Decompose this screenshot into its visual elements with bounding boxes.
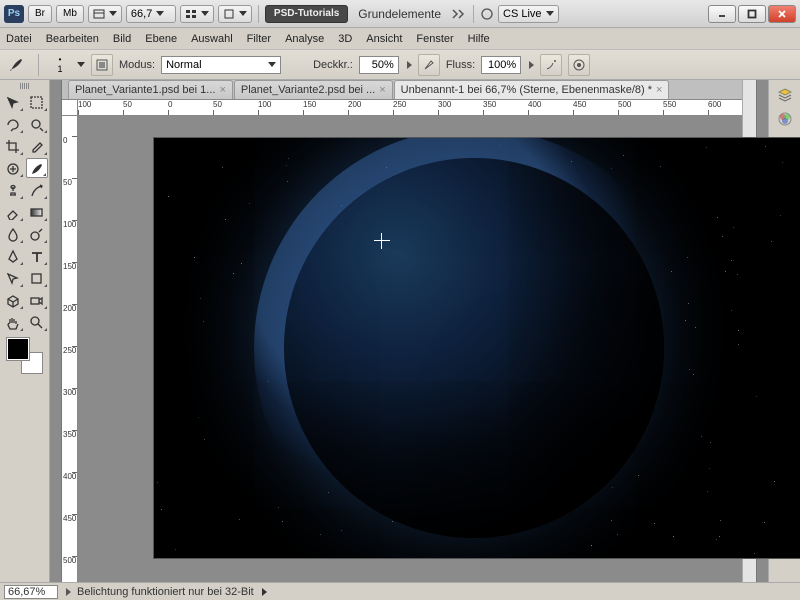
healing-tool[interactable] [2, 158, 24, 178]
pen-tool[interactable] [2, 246, 24, 266]
quick-select-tool[interactable] [26, 114, 48, 134]
shape-tool[interactable] [26, 268, 48, 288]
lasso-tool[interactable] [2, 114, 24, 134]
history-brush-tool[interactable] [26, 180, 48, 200]
vertical-ruler[interactable]: 050100150200250300350400450500 [62, 116, 78, 582]
photoshop-icon: Ps [4, 5, 24, 23]
marquee-tool[interactable] [26, 92, 48, 112]
3d-tool[interactable] [2, 290, 24, 310]
3d-camera-tool[interactable] [26, 290, 48, 310]
cslive-select[interactable]: CS Live [498, 5, 559, 23]
path-select-tool[interactable] [2, 268, 24, 288]
opacity-slider-toggle[interactable] [407, 61, 412, 69]
zoom-field[interactable]: 66,67% [4, 585, 58, 599]
blend-mode-select[interactable]: Normal [161, 56, 281, 74]
screen-mode-select[interactable] [88, 5, 122, 23]
status-next[interactable] [262, 588, 267, 596]
close-icon[interactable]: × [219, 84, 225, 96]
menu-fenster[interactable]: Fenster [416, 33, 453, 45]
left-gutter [50, 80, 62, 582]
color-swatches[interactable] [7, 338, 43, 374]
brush-panel-toggle[interactable] [91, 54, 113, 76]
eraser-tool[interactable] [2, 202, 24, 222]
document-tab-bar: Planet_Variante1.psd bei 1...× Planet_Va… [62, 80, 742, 100]
options-bar: •1 Modus: Normal Deckkr.: 50% Fluss: 100… [0, 50, 800, 80]
document-tab[interactable]: Planet_Variante2.psd bei ...× [234, 80, 393, 99]
menu-datei[interactable]: Datei [6, 33, 32, 45]
maximize-button[interactable] [738, 5, 766, 23]
arrange-select[interactable] [180, 5, 214, 23]
menu-3d[interactable]: 3D [338, 33, 352, 45]
type-tool[interactable] [26, 246, 48, 266]
cslive-icon [480, 7, 494, 21]
foreground-color[interactable] [7, 338, 29, 360]
ruler-origin[interactable] [62, 100, 78, 116]
menu-bild[interactable]: Bild [113, 33, 131, 45]
horizontal-ruler[interactable]: 1005005010015020025030035040045050055060… [78, 100, 742, 116]
brush-preset-picker[interactable]: •1 [49, 54, 71, 76]
airbrush-button[interactable] [540, 54, 562, 76]
close-icon[interactable]: × [656, 84, 662, 96]
workspace-psd-tutorials[interactable]: PSD-Tutorials [265, 5, 348, 23]
menu-auswahl[interactable]: Auswahl [191, 33, 233, 45]
crop-tool[interactable] [2, 136, 24, 156]
opacity-label: Deckkr.: [313, 59, 353, 71]
viewport[interactable] [78, 116, 742, 582]
move-tool[interactable] [2, 92, 24, 112]
hand-tool[interactable] [2, 312, 24, 332]
menu-analyse[interactable]: Analyse [285, 33, 324, 45]
dodge-tool[interactable] [26, 224, 48, 244]
stamp-tool[interactable] [2, 180, 24, 200]
close-button[interactable] [768, 5, 796, 23]
gradient-tool[interactable] [26, 202, 48, 222]
toolbox [0, 80, 50, 582]
filmstrip-icon [93, 9, 105, 19]
opacity-input[interactable]: 50% [359, 56, 399, 74]
blur-tool[interactable] [2, 224, 24, 244]
extras-select[interactable] [218, 5, 252, 23]
minimize-button[interactable] [708, 5, 736, 23]
document-tab[interactable]: Unbenannt-1 bei 66,7% (Sterne, Ebenenmas… [394, 80, 670, 99]
flow-slider-toggle[interactable] [529, 61, 534, 69]
menu-bar: Datei Bearbeiten Bild Ebene Auswahl Filt… [0, 28, 800, 50]
brush-tool[interactable] [26, 158, 48, 178]
flow-label: Fluss: [446, 59, 475, 71]
menu-filter[interactable]: Filter [247, 33, 271, 45]
zoom-level-select[interactable]: 66,7 [126, 5, 176, 23]
title-bar: Ps Br Mb 66,7 PSD-Tutorials Grundelement… [0, 0, 800, 28]
chevrons-right-icon[interactable] [451, 8, 467, 20]
flow-input[interactable]: 100% [481, 56, 521, 74]
close-icon[interactable]: × [379, 84, 385, 96]
document-canvas[interactable] [154, 138, 800, 558]
current-tool-icon[interactable] [6, 54, 28, 76]
tablet-pressure-button[interactable] [568, 54, 590, 76]
canvas-area: Planet_Variante1.psd bei 1...× Planet_Va… [62, 80, 742, 582]
menu-ansicht[interactable]: Ansicht [366, 33, 402, 45]
bridge-button[interactable]: Br [28, 5, 52, 23]
workspace-grundelemente[interactable]: Grundelemente [352, 7, 447, 21]
eyedropper-tool[interactable] [26, 136, 48, 156]
crosshair-cursor [374, 233, 390, 249]
status-menu-toggle[interactable] [66, 588, 71, 596]
menu-ebene[interactable]: Ebene [145, 33, 177, 45]
grid-icon [185, 9, 197, 19]
status-bar: 66,67% Belichtung funktioniert nur bei 3… [0, 582, 800, 600]
zoom-tool[interactable] [26, 312, 48, 332]
opacity-pressure-button[interactable] [418, 54, 440, 76]
status-message: Belichtung funktioniert nur bei 32-Bit [77, 586, 254, 598]
page-icon [223, 9, 235, 19]
toolbox-grip[interactable] [2, 82, 48, 90]
layers-icon[interactable] [773, 84, 797, 106]
document-tab[interactable]: Planet_Variante1.psd bei 1...× [68, 80, 233, 99]
mode-label: Modus: [119, 59, 155, 71]
channels-icon[interactable] [773, 108, 797, 130]
minibridge-button[interactable]: Mb [56, 5, 84, 23]
planet [284, 158, 664, 538]
menu-hilfe[interactable]: Hilfe [468, 33, 490, 45]
menu-bearbeiten[interactable]: Bearbeiten [46, 33, 99, 45]
